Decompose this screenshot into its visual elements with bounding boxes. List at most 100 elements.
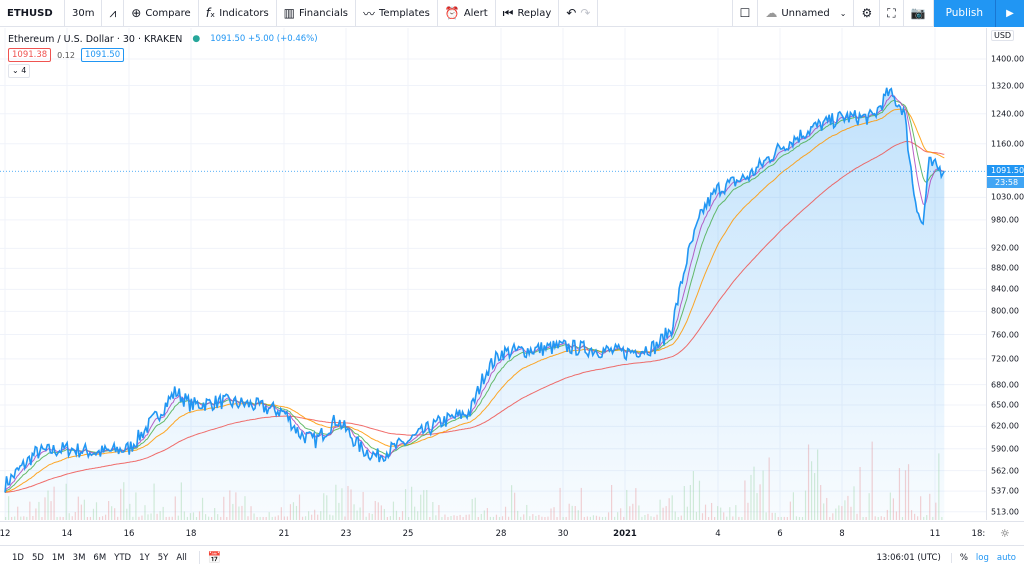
alert-label: Alert — [463, 7, 488, 19]
price-tick-label: 1240.00 — [991, 109, 1024, 119]
price-tick-label: 620.00 — [991, 421, 1019, 431]
price-area-fill — [5, 87, 945, 520]
time-tick-label: 8 — [839, 529, 845, 539]
auto-toggle[interactable]: auto — [997, 553, 1016, 563]
time-tick-label: 4 — [715, 529, 721, 539]
time-tick-label: 23 — [340, 529, 352, 539]
indicators-button[interactable]: fₓ Indicators — [199, 0, 277, 27]
chart-type-button[interactable]: ⩘ — [102, 0, 125, 27]
price-tick-label: 562.00 — [991, 466, 1019, 476]
symbol-title: Ethereum / U.S. Dollar · 30 · KRAKEN — [8, 33, 183, 45]
expand-icon: ⛶ — [887, 5, 896, 20]
alert-button[interactable]: ⏰ Alert — [438, 0, 496, 27]
price-tick-label: 650.00 — [991, 400, 1019, 410]
financials-button[interactable]: ▥ Financials — [277, 0, 356, 27]
price-axis[interactable]: USD 1400.00 1320.00 1240.00 1160.00 1030.00 9… — [986, 28, 1024, 520]
ask-price[interactable]: 1091.50 — [80, 48, 125, 62]
price-tick-label: 720.00 — [991, 354, 1019, 364]
currency-label[interactable]: USD — [991, 30, 1015, 41]
chart-legend: Ethereum / U.S. Dollar · 30 · KRAKEN ● 1… — [8, 31, 318, 79]
indicators-label: Indicators — [219, 7, 269, 19]
time-tick-label: 25 — [402, 529, 414, 539]
time-tick-label: 14 — [61, 529, 73, 539]
quote-change: 1091.50 +5.00 (+0.46%) — [210, 34, 318, 44]
symbol-search[interactable]: ETHUSD — [0, 0, 65, 27]
range-button-1y[interactable]: 1Y — [135, 553, 154, 563]
replay-label: Replay — [517, 7, 552, 19]
price-tick-label: 1400.00 — [991, 54, 1024, 64]
price-tick-label: 1320.00 — [991, 81, 1024, 91]
last-price-label: 1091.50 — [987, 165, 1024, 177]
time-tick-label: 18: — [971, 529, 986, 539]
range-button-5y[interactable]: 5Y — [154, 553, 173, 563]
publish-button[interactable]: Publish — [933, 0, 995, 27]
bottom-toolbar: 1D 5D 1M 3M 6M YTD 1Y 5Y All 📅 13:06:01 (UTC) % … — [0, 545, 1024, 569]
redo-icon[interactable]: ↷ — [580, 6, 590, 20]
price-chart[interactable] — [0, 28, 986, 520]
price-tick-label: 800.00 — [991, 306, 1019, 316]
indicators-toggle[interactable]: ⌄ 4 — [8, 64, 31, 78]
price-tick-label: 980.00 — [991, 215, 1019, 225]
range-button-ytd[interactable]: YTD — [110, 553, 135, 563]
goto-date-icon[interactable]: 📅 — [198, 551, 222, 564]
settings-sun-icon[interactable]: ☼ — [1000, 527, 1010, 540]
templates-label: Templates — [379, 7, 430, 19]
range-button-5d[interactable]: 5D — [28, 553, 48, 563]
utc-clock[interactable]: 13:06:01 (UTC) — [876, 552, 952, 563]
price-tick-label: 537.00 — [991, 486, 1019, 496]
toolbar-spacer — [598, 0, 733, 27]
price-tick-label: 590.00 — [991, 444, 1019, 454]
price-tick-label: 840.00 — [991, 284, 1019, 294]
percent-toggle[interactable]: % — [960, 553, 968, 563]
settings-button[interactable]: ⚙ — [854, 0, 881, 27]
price-tick-label: 680.00 — [991, 380, 1019, 390]
bid-price[interactable]: 1091.38 — [8, 48, 52, 62]
financials-label: Financials — [299, 7, 348, 19]
price-tick-label: 880.00 — [991, 263, 1019, 273]
log-toggle[interactable]: log — [976, 553, 989, 563]
indicators-count: 4 — [21, 66, 27, 75]
time-axis[interactable]: 12 14 16 18 21 23 25 28 30 2021 4 6 8 11 18: ☼ — [0, 521, 1024, 545]
price-tick-label: 513.00 — [991, 507, 1019, 517]
time-tick-label: 28 — [495, 529, 507, 539]
square-icon: ☐ — [739, 6, 751, 20]
range-button-all[interactable]: All — [172, 553, 191, 563]
fullscreen-layout-button[interactable]: ☐ — [733, 0, 759, 27]
gear-icon: ⚙ — [861, 6, 873, 20]
price-tick-label: 760.00 — [991, 330, 1019, 340]
spread: 0.12 — [57, 50, 75, 60]
range-button-3m[interactable]: 3M — [69, 553, 90, 563]
price-tick-label: 1030.00 — [991, 192, 1024, 202]
cloud-icon: ☁ — [765, 6, 778, 20]
camera-icon: 📷 — [910, 6, 926, 20]
compare-button[interactable]: ⊕ Compare — [124, 0, 199, 27]
range-button-1d[interactable]: 1D — [8, 553, 28, 563]
fullscreen-button[interactable]: ⛶ — [880, 0, 904, 27]
interval-button[interactable]: 30m — [65, 0, 103, 27]
undo-redo: ↶ ↷ — [559, 0, 599, 27]
range-button-1m[interactable]: 1M — [48, 553, 69, 563]
replay-icon: ⏮ — [502, 5, 514, 20]
market-open-dot-icon: ● — [192, 34, 201, 44]
snapshot-button[interactable]: 📷 — [904, 0, 934, 27]
templates-button[interactable]: 〰 Templates — [356, 0, 438, 27]
time-tick-label: 18 — [185, 529, 197, 539]
plus-circle-icon: ⊕ — [131, 6, 142, 20]
play-button[interactable]: ▶ — [995, 0, 1024, 27]
time-tick-label: 11 — [929, 529, 941, 539]
time-tick-label: 12 — [0, 529, 11, 539]
replay-button[interactable]: ⏮ Replay — [496, 0, 560, 27]
undo-icon[interactable]: ↶ — [566, 6, 576, 20]
range-button-6m[interactable]: 6M — [89, 553, 110, 563]
price-tick-label: 920.00 — [991, 243, 1019, 253]
time-tick-label: 16 — [123, 529, 135, 539]
price-tick-label: 1160.00 — [991, 139, 1024, 149]
bar-chart-icon: ▥ — [283, 6, 295, 20]
time-tick-label: 21 — [278, 529, 290, 539]
templates-icon: 〰 — [363, 6, 376, 21]
layout-name-button[interactable]: ☁ Unnamed ⌄ — [758, 0, 855, 27]
chevron-down-icon: ⌄ — [839, 8, 847, 18]
play-circle-icon: ▶ — [1006, 7, 1014, 19]
top-toolbar: ETHUSD 30m ⩘ ⊕ Compare fₓ Indicators ▥ Fina… — [0, 0, 1024, 27]
layout-name: Unnamed — [781, 7, 830, 19]
